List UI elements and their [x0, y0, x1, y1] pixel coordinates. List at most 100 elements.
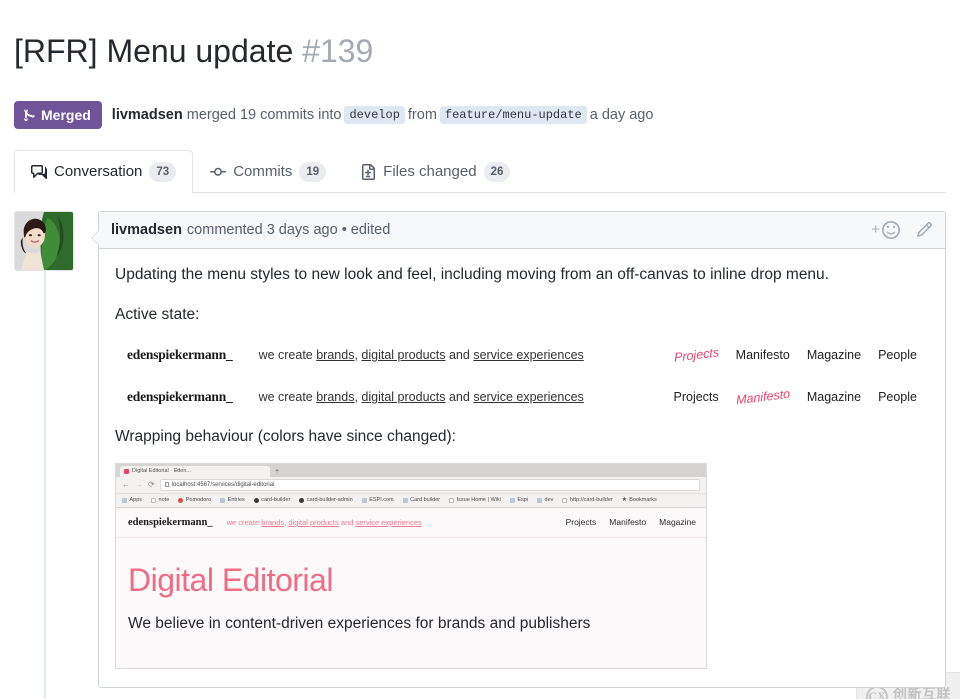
pencil-icon — [917, 222, 933, 238]
tab-files-changed[interactable]: Files changed 26 — [343, 150, 527, 193]
mock-tagline: we create brands, digital products and s… — [259, 348, 584, 362]
mock-link-magazine[interactable]: Magazine — [807, 390, 861, 404]
bookmark-card-builder[interactable]: card-builder — [253, 497, 290, 503]
bookmark-label: Issue Home | Wiki — [456, 497, 501, 504]
mock-link-manifesto[interactable]: Manifesto — [736, 348, 790, 362]
mock-link-projects[interactable]: Projects — [674, 390, 719, 404]
site-brand: edenspiekermann_ — [128, 516, 213, 528]
tab-conversation[interactable]: Conversation 73 — [14, 149, 194, 193]
merge-icon — [24, 108, 35, 122]
site-tagline-link-brands[interactable]: brands — [261, 518, 284, 527]
comment-author[interactable]: livmadsen — [111, 222, 182, 238]
bookmark-entries[interactable]: Entries — [220, 497, 245, 503]
site-tagline-link-digital-products[interactable]: digital products — [288, 518, 338, 527]
bookmark-label: card-builder-admin — [306, 497, 353, 504]
pr-tabnav: Conversation 73 Commits 19 Files changed… — [14, 149, 946, 193]
site-tagline: we create brands, digital products and s… — [227, 518, 422, 527]
mock-brand: edenspiekermann_ — [127, 346, 233, 362]
url-text: localhost:4567/services/digital-editoria… — [171, 481, 275, 488]
pr-timeline: livmadsen commented 3 days ago • edited … — [14, 210, 946, 699]
bookmark-note[interactable]: note — [151, 497, 169, 503]
bookmark-pomodoro[interactable]: Pomodoro — [178, 497, 211, 503]
mock-tagline-link-brands[interactable]: brands — [316, 348, 354, 362]
browser-tab-title: Digital Editorial · Eden... — [132, 468, 191, 475]
avatar[interactable] — [14, 210, 74, 271]
forward-button[interactable]: → — [135, 480, 143, 489]
site-hero: Digital Editorial We believe in content-… — [116, 538, 706, 668]
base-branch-tag[interactable]: develop — [344, 105, 405, 124]
smiley-icon — [882, 220, 900, 239]
bookmark-label: Entries — [227, 497, 245, 504]
dev-folder-icon — [537, 497, 543, 503]
bookmark-apps[interactable]: Apps — [122, 497, 142, 503]
bookmark-label: Apps — [129, 497, 143, 504]
git-commit-icon — [210, 167, 227, 176]
star-icon: ★ — [621, 496, 628, 503]
reload-button[interactable]: ⟳ — [148, 480, 155, 489]
site-nav: edenspiekermann_ we create brands, digit… — [116, 508, 706, 538]
bookmark-card-builder-admin[interactable]: card-builder-admin — [299, 497, 353, 504]
comment-paragraph-wrapping: Wrapping behaviour (colors have since ch… — [115, 427, 456, 445]
edit-comment-button[interactable] — [916, 221, 933, 238]
mock-tagline-link-brands[interactable]: brands — [316, 390, 354, 404]
mock-tagline-link-service-experiences[interactable]: service experiences — [473, 348, 583, 362]
mock-tagline-link-digital-products[interactable]: digital products — [361, 390, 445, 404]
pull-request-page: [RFR] Menu update #139 Merged livmadsen … — [0, 21, 960, 699]
comment-actions: + — [871, 220, 933, 239]
bookmark-issue-home[interactable]: Issue Home | Wiki — [449, 497, 501, 503]
bookmark-dev[interactable]: dev — [537, 497, 553, 503]
from-label: from — [407, 106, 437, 123]
github-icon — [253, 497, 259, 503]
plus-icon: + — [871, 221, 880, 239]
site-link-magazine[interactable]: Magazine — [659, 517, 696, 527]
new-tab-button[interactable]: + — [275, 466, 279, 477]
site-link-projects[interactable]: Projects — [566, 517, 597, 527]
tab-files-changed-label: Files changed — [383, 163, 477, 181]
mock-link-magazine[interactable]: Magazine — [807, 348, 861, 362]
head-branch-tag[interactable]: feature/menu-update — [439, 105, 587, 124]
page-icon — [151, 497, 157, 503]
site-hero-subheading: We believe in content-driven experiences… — [128, 614, 591, 632]
merged-by-user[interactable]: livmadsen — [112, 107, 183, 123]
bookmark-label: dev — [544, 497, 554, 504]
mock-tagline-link-digital-products[interactable]: digital products — [361, 348, 445, 362]
bookmark-label: Espi — [517, 497, 529, 504]
browser-tab[interactable]: Digital Editorial · Eden... — [120, 465, 270, 477]
tab-files-changed-count: 26 — [483, 161, 511, 182]
mock-link-projects[interactable]: Projects — [673, 345, 719, 365]
tab-commits-count: 19 — [299, 161, 327, 182]
pr-number: #139 — [302, 33, 374, 70]
comment-edited-label[interactable]: edited — [351, 222, 391, 238]
pomodoro-icon — [178, 497, 184, 503]
mock-link-people[interactable]: People — [878, 348, 917, 362]
mock-tagline: we create brands, digital products and s… — [259, 390, 584, 404]
mock-link-people[interactable]: People — [878, 390, 917, 404]
bookmark-espi[interactable]: Espi — [509, 497, 529, 504]
status-badge: Merged — [14, 100, 102, 129]
site-tagline-sep2: and — [338, 517, 356, 527]
add-reaction-button[interactable]: + — [871, 220, 900, 239]
espi-folder-icon — [509, 497, 515, 503]
browser-toolbar: ← → ⟳ localhost:4567/services/digital-ed… — [116, 476, 706, 494]
site-tagline-link-service-experiences[interactable]: service experiences — [355, 518, 421, 527]
bookmark-other-bookmarks[interactable]: ★ Bookmarks — [621, 496, 657, 504]
bookmark-card-builder-2[interactable]: Card builder — [402, 497, 440, 503]
site-nav-links: Projects Manifesto Magazine — [566, 517, 696, 527]
mock-link-manifesto[interactable]: Manifesto — [735, 387, 790, 408]
browser-tabstrip: Digital Editorial · Eden... + — [116, 463, 706, 477]
bookmark-label: note — [158, 497, 170, 504]
comment-card: livmadsen commented 3 days ago • edited … — [91, 210, 946, 688]
page-title: [RFR] Menu update #139 — [0, 21, 960, 71]
apps-icon — [122, 497, 127, 503]
mock-links: Projects Manifesto Magazine People — [673, 345, 917, 365]
site-link-manifesto[interactable]: Manifesto — [609, 517, 646, 527]
comment-timestamp: commented 3 days ago — [186, 221, 338, 238]
tab-commits[interactable]: Commits 19 — [193, 150, 343, 193]
mock-tagline-link-service-experiences[interactable]: service experiences — [473, 390, 583, 404]
file-diff-icon — [362, 163, 376, 180]
bookmark-card-builder-url[interactable]: http://card-builder — [562, 497, 613, 503]
bookmark-label: Bookmarks — [629, 497, 657, 504]
bookmark-espi-com[interactable]: ESPI.com — [361, 497, 394, 503]
back-button[interactable]: ← — [122, 480, 130, 489]
url-bar[interactable]: localhost:4567/services/digital-editoria… — [159, 478, 700, 491]
